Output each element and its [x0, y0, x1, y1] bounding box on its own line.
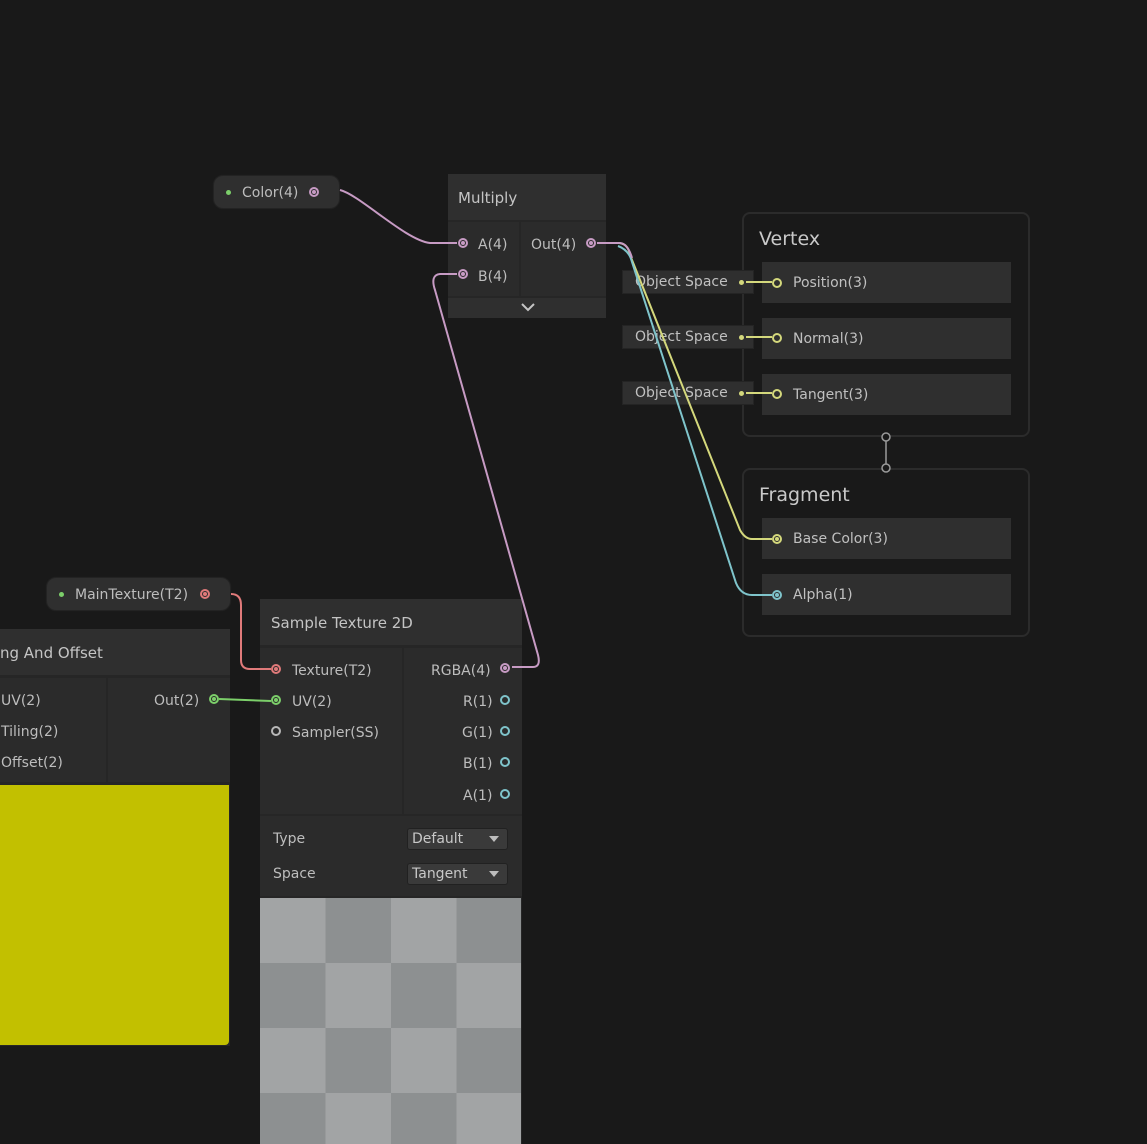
space-dropdown[interactable]: Tangent — [407, 863, 508, 885]
vertex-block-tangent[interactable]: Tangent(3) — [762, 374, 1011, 415]
tangent-space-label: Object Space — [635, 385, 728, 401]
normal-space-label: Object Space — [635, 329, 728, 345]
g-output-label: G(1) — [462, 725, 493, 741]
texture-input-label: Texture(T2) — [292, 663, 372, 679]
sampler-input-label: Sampler(SS) — [292, 725, 379, 741]
color-property-label: Color(4) — [242, 185, 299, 201]
rgba-output-port[interactable] — [500, 663, 510, 673]
space-label: Space — [273, 866, 316, 882]
vertex-block-position[interactable]: Position(3) — [762, 262, 1011, 303]
tiling-input-offset-label: Offset(2) — [1, 755, 63, 771]
tiling-output-port[interactable] — [209, 694, 219, 704]
texture-preview-checker — [260, 898, 521, 1144]
multiply-input-b-label: B(4) — [478, 269, 508, 285]
sample-texture-title: Sample Texture 2D — [271, 614, 413, 632]
position-input-port[interactable] — [772, 278, 782, 288]
sampler-input-port[interactable] — [271, 726, 281, 736]
property-indicator-dot — [59, 592, 64, 597]
context-flow-connector — [881, 432, 891, 473]
normal-space-dot — [739, 335, 744, 340]
a-output-label: A(1) — [463, 788, 493, 804]
multiply-expand-bar[interactable] — [448, 298, 606, 318]
tiling-input-uv-label: UV(2) — [1, 693, 41, 709]
alpha-block-label: Alpha(1) — [793, 587, 853, 603]
position-space-field[interactable]: Object Space — [622, 270, 754, 294]
sample-texture-title-bar[interactable]: Sample Texture 2D — [260, 599, 522, 645]
uv-input-label: UV(2) — [292, 694, 332, 710]
fragment-block-alpha[interactable]: Alpha(1) — [762, 574, 1011, 615]
texture-input-port[interactable] — [271, 664, 281, 674]
position-space-label: Object Space — [635, 274, 728, 290]
base-color-input-port[interactable] — [772, 534, 782, 544]
sample-texture-settings: Type Default Space Tangent — [260, 816, 522, 896]
fragment-block-base-color[interactable]: Base Color(3) — [762, 518, 1011, 559]
tiling-preview-swatch — [0, 785, 229, 1045]
property-indicator-dot — [226, 190, 231, 195]
type-label: Type — [273, 831, 306, 847]
b-output-port[interactable] — [500, 757, 510, 767]
r-output-port[interactable] — [500, 695, 510, 705]
caret-down-icon — [489, 871, 499, 877]
vertex-context[interactable]: Vertex Position(3) Normal(3) Tangent(3) — [742, 212, 1030, 437]
tangent-block-label: Tangent(3) — [793, 387, 869, 403]
position-block-label: Position(3) — [793, 275, 868, 291]
multiply-title: Multiply — [458, 189, 518, 207]
vertex-title: Vertex — [759, 228, 821, 250]
multiply-output-port[interactable] — [586, 238, 596, 248]
type-dropdown-value: Default — [412, 831, 464, 847]
fragment-context[interactable]: Fragment Base Color(3) Alpha(1) — [742, 468, 1030, 637]
multiply-input-b-port[interactable] — [458, 269, 468, 279]
alpha-input-port[interactable] — [772, 590, 782, 600]
tiling-output-label: Out(2) — [154, 693, 200, 709]
sample-texture-2d-node[interactable]: Sample Texture 2D Texture(T2) UV(2) Samp… — [260, 599, 522, 1144]
rgba-output-label: RGBA(4) — [431, 663, 491, 679]
tangent-input-port[interactable] — [772, 389, 782, 399]
uv-input-port[interactable] — [271, 695, 281, 705]
type-dropdown[interactable]: Default — [407, 828, 508, 850]
tangent-space-field[interactable]: Object Space — [622, 381, 754, 405]
b-output-label: B(1) — [463, 756, 493, 772]
tiling-and-offset-node[interactable]: ng And Offset UV(2) Tiling(2) Offset(2) … — [0, 629, 230, 1046]
g-output-port[interactable] — [500, 726, 510, 736]
vertex-block-normal[interactable]: Normal(3) — [762, 318, 1011, 359]
normal-space-field[interactable]: Object Space — [622, 325, 754, 349]
tiling-input-tiling-label: Tiling(2) — [1, 724, 59, 740]
multiply-output-column — [521, 222, 606, 296]
main-texture-property-label: MainTexture(T2) — [75, 587, 189, 603]
multiply-input-a-port[interactable] — [458, 238, 468, 248]
wire-color-to-multiply-a — [339, 189, 457, 244]
base-color-block-label: Base Color(3) — [793, 531, 888, 547]
multiply-output-label: Out(4) — [531, 237, 577, 253]
multiply-node[interactable]: Multiply A(4) B(4) Out(4) — [448, 174, 606, 318]
main-texture-property-node[interactable]: MainTexture(T2) — [46, 577, 231, 611]
position-space-dot — [739, 280, 744, 285]
a-output-port[interactable] — [500, 789, 510, 799]
color-output-port[interactable] — [309, 187, 319, 197]
normal-block-label: Normal(3) — [793, 331, 864, 347]
multiply-title-bar[interactable]: Multiply — [448, 174, 606, 220]
fragment-title: Fragment — [759, 484, 850, 506]
tiling-title-bar[interactable]: ng And Offset — [0, 629, 230, 675]
normal-input-port[interactable] — [772, 333, 782, 343]
space-dropdown-value: Tangent — [412, 866, 468, 882]
tiling-title: ng And Offset — [0, 644, 103, 662]
caret-down-icon — [489, 836, 499, 842]
main-texture-output-port[interactable] — [200, 589, 210, 599]
tangent-space-dot — [739, 391, 744, 396]
r-output-label: R(1) — [463, 694, 493, 710]
multiply-input-a-label: A(4) — [478, 237, 508, 253]
color-property-node[interactable]: Color(4) — [213, 175, 340, 209]
chevron-down-icon[interactable] — [521, 303, 535, 312]
